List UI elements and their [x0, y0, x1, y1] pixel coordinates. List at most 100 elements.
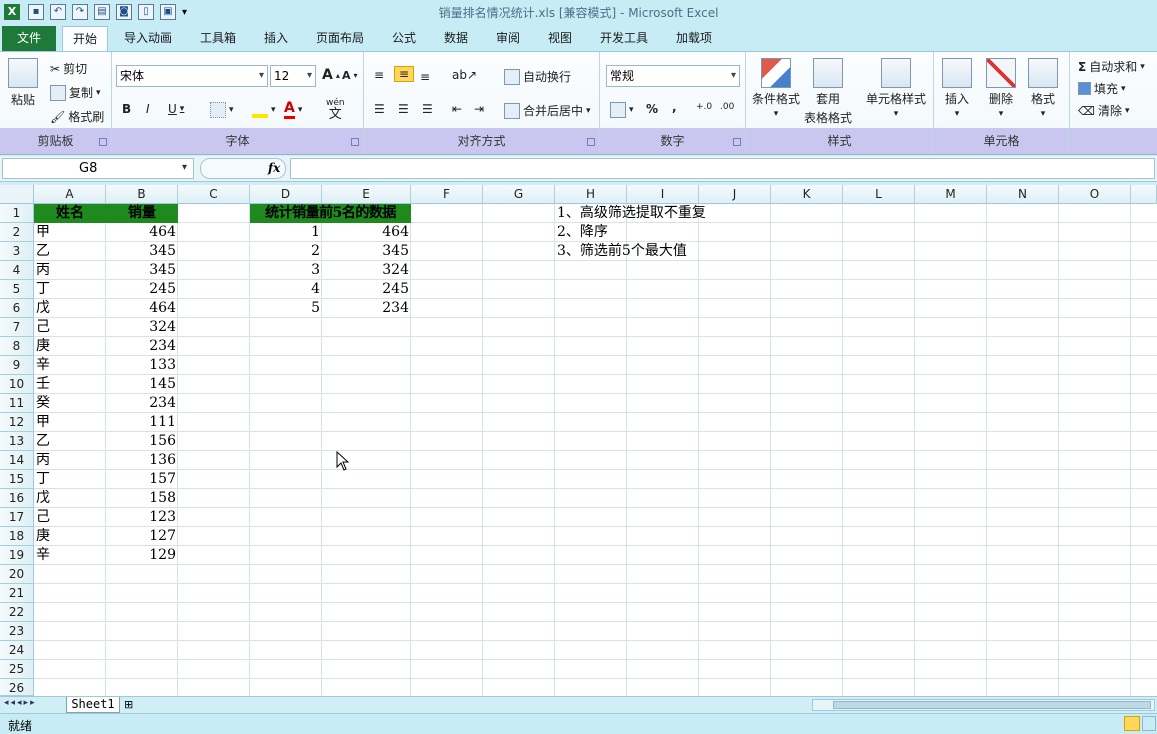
cell-name[interactable]: 丙 [34, 261, 106, 280]
increase-decimal-button[interactable]: +.0 [696, 102, 712, 112]
number-format-dropdown[interactable]: 常规 [606, 65, 740, 87]
cell-name[interactable]: 戊 [34, 299, 106, 318]
wrap-text-button[interactable]: 自动换行 [504, 68, 571, 85]
cell-sales[interactable]: 111 [106, 413, 178, 432]
cell-name[interactable]: 丁 [34, 470, 106, 489]
tab-formulas[interactable]: 公式 [382, 26, 426, 51]
tab-file[interactable]: 文件 [2, 26, 56, 51]
font-color-button[interactable]: A ▾ [284, 100, 302, 119]
cut-button[interactable]: ✂ 剪切 [50, 60, 87, 77]
cell-top-value[interactable]: 234 [322, 299, 411, 318]
border-button[interactable]: ▾ [210, 102, 234, 118]
cell-name[interactable]: 己 [34, 508, 106, 527]
cell-sales[interactable]: 245 [106, 280, 178, 299]
cell-sales[interactable]: 234 [106, 394, 178, 413]
row-header[interactable]: 20 [0, 565, 34, 584]
row-header[interactable]: 18 [0, 527, 34, 546]
row-header[interactable]: 14 [0, 451, 34, 470]
row-header[interactable]: 13 [0, 432, 34, 451]
cell-sales[interactable]: 127 [106, 527, 178, 546]
cell-rank[interactable]: 3 [250, 261, 322, 280]
cell-name[interactable]: 庚 [34, 337, 106, 356]
column-header-o[interactable]: O [1059, 185, 1131, 204]
align-middle-button[interactable]: ≡ [394, 66, 415, 82]
font-size-dropdown[interactable]: 12 [270, 65, 316, 87]
align-left-button[interactable]: ☰ [374, 102, 385, 116]
scroll-thumb[interactable] [833, 701, 1151, 709]
name-box[interactable]: G8 [2, 158, 194, 179]
column-header-p[interactable] [1131, 185, 1157, 204]
cell-name[interactable]: 甲 [34, 413, 106, 432]
row-header[interactable]: 15 [0, 470, 34, 489]
row-header[interactable]: 16 [0, 489, 34, 508]
align-top-button[interactable]: ≡ [374, 68, 384, 82]
fill-button[interactable]: 填充 ▾ [1078, 80, 1126, 97]
cell-sales[interactable]: 158 [106, 489, 178, 508]
cell-top-value[interactable]: 245 [322, 280, 411, 299]
cell-name[interactable]: 辛 [34, 546, 106, 565]
delete-cells-button[interactable]: 删除 ▾ [986, 58, 1016, 119]
cell-sales[interactable]: 133 [106, 356, 178, 375]
autosum-button[interactable]: Σ 自动求和 ▾ [1078, 58, 1145, 75]
row-header[interactable]: 19 [0, 546, 34, 565]
alignment-launcher-icon[interactable] [587, 138, 595, 146]
cell-rank[interactable]: 1 [250, 223, 322, 242]
clipboard-launcher-icon[interactable] [99, 138, 107, 146]
cell-name[interactable]: 壬 [34, 375, 106, 394]
page-layout-view-icon[interactable] [1142, 716, 1156, 731]
font-launcher-icon[interactable] [351, 138, 359, 146]
cell-sales[interactable]: 234 [106, 337, 178, 356]
row-header[interactable]: 24 [0, 641, 34, 660]
paste-button[interactable]: 粘贴 [8, 58, 38, 108]
row-header[interactable]: 8 [0, 337, 34, 356]
row-header[interactable]: 17 [0, 508, 34, 527]
cell-top-value[interactable]: 324 [322, 261, 411, 280]
tab-home[interactable]: 开始 [62, 26, 109, 51]
cell-sales[interactable]: 145 [106, 375, 178, 394]
cell-sales[interactable]: 345 [106, 261, 178, 280]
clear-button[interactable]: ⌫ 清除 ▾ [1078, 102, 1130, 119]
new-sheet-icon[interactable]: ⊞ [124, 698, 133, 711]
copy-button[interactable]: 复制 ▾ [50, 84, 101, 101]
row-header[interactable]: 12 [0, 413, 34, 432]
column-header-c[interactable]: C [178, 185, 250, 204]
align-center-button[interactable]: ☰ [398, 102, 409, 116]
bold-button[interactable]: B [122, 102, 131, 116]
cell-rank[interactable]: 2 [250, 242, 322, 261]
tab-import-animation[interactable]: 导入动画 [114, 26, 182, 51]
cell-sales[interactable]: 324 [106, 318, 178, 337]
column-header-l[interactable]: L [843, 185, 915, 204]
tab-insert[interactable]: 插入 [254, 26, 298, 51]
row-header[interactable]: 6 [0, 299, 34, 318]
sheet-tab-sheet1[interactable]: Sheet1 [66, 697, 120, 713]
tab-page-layout[interactable]: 页面布局 [306, 26, 374, 51]
cell-styles-button[interactable]: 单元格样式 ▾ [866, 58, 926, 119]
cell-name[interactable]: 甲 [34, 223, 106, 242]
row-header[interactable]: 26 [0, 679, 34, 696]
row-header[interactable]: 21 [0, 584, 34, 603]
row-header[interactable]: 23 [0, 622, 34, 641]
column-header-k[interactable]: K [771, 185, 843, 204]
cell-name[interactable]: 丁 [34, 280, 106, 299]
shrink-font-button[interactable]: A ▾ [342, 69, 358, 82]
cell-top-value[interactable]: 464 [322, 223, 411, 242]
grow-font-button[interactable]: A ▴ [322, 67, 340, 83]
normal-view-icon[interactable] [1124, 716, 1140, 731]
percent-button[interactable]: % [646, 102, 658, 116]
row-header[interactable]: 3 [0, 242, 34, 261]
column-header-d[interactable]: D [250, 185, 322, 204]
tab-addins[interactable]: 加载项 [666, 26, 722, 51]
cell-note[interactable]: 2、降序 [555, 223, 775, 242]
column-header-g[interactable]: G [483, 185, 555, 204]
row-header[interactable]: 10 [0, 375, 34, 394]
cell-name[interactable]: 癸 [34, 394, 106, 413]
underline-button[interactable]: U ▾ [168, 102, 184, 116]
sheet-nav-arrows-icon[interactable]: ◂◂◂▸▸ [4, 698, 37, 708]
row-header[interactable]: 1 [0, 204, 34, 223]
italic-button[interactable]: I [146, 102, 150, 116]
insert-function-icon[interactable]: fx [268, 161, 280, 175]
column-header-b[interactable]: B [106, 185, 178, 204]
column-header-i[interactable]: I [627, 185, 699, 204]
tab-toolbox[interactable]: 工具箱 [190, 26, 246, 51]
column-header-m[interactable]: M [915, 185, 987, 204]
